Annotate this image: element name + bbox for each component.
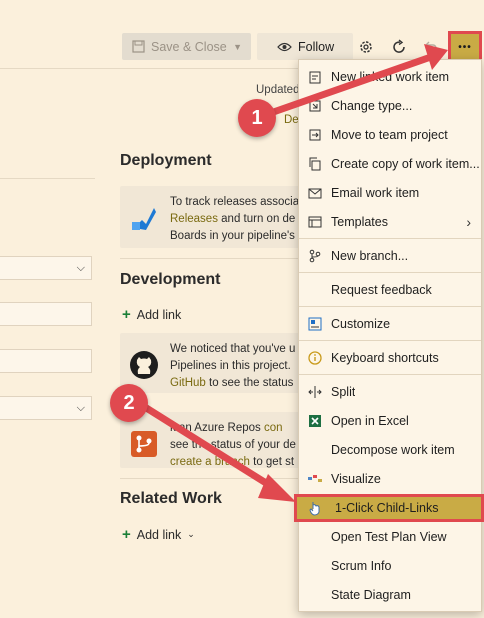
- callout-badge-1: 1: [238, 99, 276, 137]
- arrow-1: [258, 54, 432, 120]
- callout-badge-2: 2: [110, 384, 148, 422]
- arrow-2: [136, 400, 278, 492]
- annotation-arrows: [136, 44, 448, 502]
